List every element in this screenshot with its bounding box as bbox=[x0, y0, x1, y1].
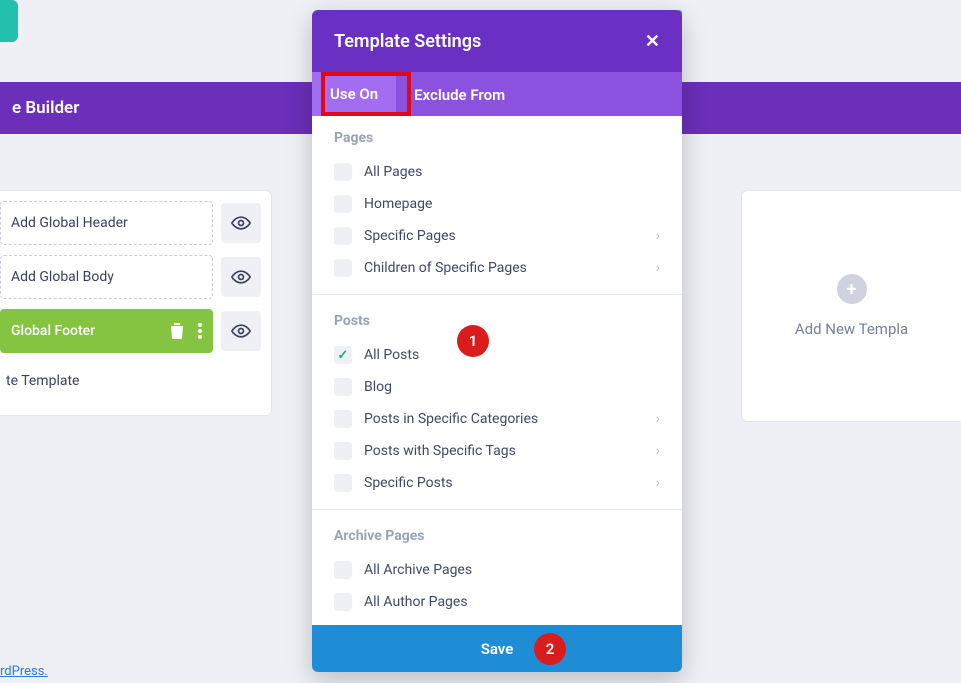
slot-global-body[interactable]: Add Global Body bbox=[0, 255, 213, 299]
slot-global-header[interactable]: Add Global Header bbox=[0, 201, 213, 245]
row-global-header: Add Global Header bbox=[0, 201, 261, 245]
option-label: All Archive Pages bbox=[364, 562, 472, 578]
modal-tabs: Use On Exclude From bbox=[312, 72, 682, 116]
option-all-author[interactable]: All Author Pages bbox=[334, 586, 660, 618]
checkbox[interactable] bbox=[334, 259, 352, 277]
eye-icon bbox=[231, 270, 251, 284]
option-posts-categories[interactable]: Posts in Specific Categories › bbox=[334, 403, 660, 435]
section-posts: Posts All Posts Blog Posts in Specific C… bbox=[312, 294, 682, 501]
option-homepage[interactable]: Homepage bbox=[334, 188, 660, 220]
option-all-pages[interactable]: All Pages bbox=[334, 156, 660, 188]
option-label: All Posts bbox=[364, 347, 419, 363]
checkbox[interactable] bbox=[334, 442, 352, 460]
section-title-pages: Pages bbox=[334, 130, 660, 146]
save-button[interactable]: Save 2 bbox=[312, 625, 682, 672]
theme-builder-title: e Builder bbox=[12, 98, 79, 118]
add-template-card[interactable]: + Add New Templa bbox=[741, 190, 961, 422]
option-specific-pages[interactable]: Specific Pages › bbox=[334, 220, 660, 252]
eye-icon bbox=[231, 324, 251, 338]
chevron-right-icon: › bbox=[656, 228, 660, 244]
option-posts-tags[interactable]: Posts with Specific Tags › bbox=[334, 435, 660, 467]
option-label: Children of Specific Pages bbox=[364, 260, 527, 276]
checkbox[interactable] bbox=[334, 227, 352, 245]
chevron-right-icon: › bbox=[656, 475, 660, 491]
visibility-toggle-footer[interactable] bbox=[221, 311, 261, 351]
more-icon[interactable] bbox=[198, 323, 202, 339]
slot-label: Global Footer bbox=[11, 323, 95, 339]
wordpress-link[interactable]: rdPress. bbox=[0, 664, 48, 679]
slot-global-footer[interactable]: Global Footer bbox=[0, 309, 213, 353]
save-label: Save bbox=[481, 640, 514, 658]
option-all-archive[interactable]: All Archive Pages bbox=[334, 554, 660, 586]
slot-label: Add Global Header bbox=[11, 215, 128, 231]
callout-badge-1: 1 bbox=[457, 325, 489, 357]
callout-badge-2: 2 bbox=[534, 633, 566, 665]
checkbox[interactable] bbox=[334, 410, 352, 428]
tab-use-on[interactable]: Use On bbox=[312, 72, 396, 116]
close-button[interactable]: ✕ bbox=[645, 31, 660, 52]
option-label: Blog bbox=[364, 379, 392, 395]
option-label: Posts with Specific Tags bbox=[364, 443, 516, 459]
checkbox[interactable] bbox=[334, 593, 352, 611]
section-pages: Pages All Pages Homepage Specific Pages ›… bbox=[312, 116, 682, 286]
section-title-posts: Posts bbox=[334, 313, 660, 329]
option-label: Specific Pages bbox=[364, 228, 456, 244]
chevron-right-icon: › bbox=[656, 260, 660, 276]
tab-exclude-from[interactable]: Exclude From bbox=[396, 74, 523, 116]
checkbox[interactable] bbox=[334, 195, 352, 213]
option-label: All Author Pages bbox=[364, 594, 468, 610]
checkbox[interactable] bbox=[334, 474, 352, 492]
builder-panel: Add Global Header Add Global Body Global… bbox=[0, 190, 272, 416]
template-label: te Template bbox=[0, 363, 261, 395]
add-template-label: Add New Templa bbox=[795, 320, 908, 338]
row-global-footer: Global Footer bbox=[0, 309, 261, 353]
chevron-right-icon: › bbox=[656, 411, 660, 427]
option-all-category[interactable]: All Category Pages bbox=[334, 618, 660, 625]
modal-title: Template Settings bbox=[334, 31, 481, 52]
checkbox[interactable] bbox=[334, 163, 352, 181]
checkbox[interactable] bbox=[334, 561, 352, 579]
checkbox[interactable] bbox=[334, 346, 352, 364]
teal-handle[interactable] bbox=[0, 0, 18, 42]
visibility-toggle-body[interactable] bbox=[221, 257, 261, 297]
option-specific-posts[interactable]: Specific Posts › bbox=[334, 467, 660, 499]
eye-icon bbox=[231, 216, 251, 230]
visibility-toggle-header[interactable] bbox=[221, 203, 261, 243]
modal-header: Template Settings ✕ bbox=[312, 10, 682, 72]
section-title-archive: Archive Pages bbox=[334, 528, 660, 544]
chevron-right-icon: › bbox=[656, 443, 660, 459]
row-global-body: Add Global Body bbox=[0, 255, 261, 299]
option-label: Specific Posts bbox=[364, 475, 453, 491]
checkbox[interactable] bbox=[334, 378, 352, 396]
option-label: Homepage bbox=[364, 196, 432, 212]
trash-icon[interactable] bbox=[170, 323, 184, 339]
option-label: Posts in Specific Categories bbox=[364, 411, 538, 427]
section-archive: Archive Pages All Archive Pages All Auth… bbox=[312, 509, 682, 625]
template-settings-modal: Template Settings ✕ Use On Exclude From … bbox=[312, 10, 682, 672]
option-label: All Pages bbox=[364, 164, 422, 180]
option-blog[interactable]: Blog bbox=[334, 371, 660, 403]
slot-label: Add Global Body bbox=[11, 269, 114, 285]
modal-body: Pages All Pages Homepage Specific Pages ›… bbox=[312, 116, 682, 625]
option-all-posts[interactable]: All Posts bbox=[334, 339, 660, 371]
plus-icon: + bbox=[837, 274, 867, 304]
option-children-pages[interactable]: Children of Specific Pages › bbox=[334, 252, 660, 284]
